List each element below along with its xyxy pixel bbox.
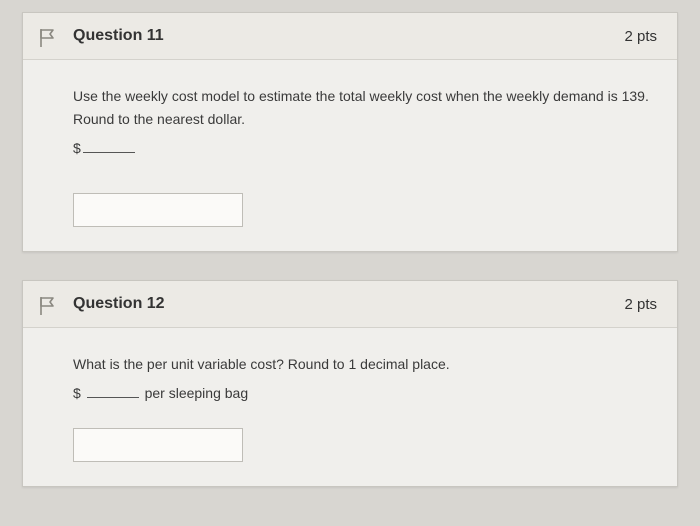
answer-input[interactable] (73, 193, 243, 227)
question-points: 2 pts (624, 296, 657, 313)
currency-prefix: $ (73, 385, 81, 401)
question-title: Question 12 (73, 295, 165, 313)
answer-blank-line: $ per sleeping bag (73, 385, 248, 401)
answer-blank-line: $ (73, 138, 651, 159)
question-body: Use the weekly cost model to estimate th… (23, 60, 677, 179)
blank-underline (87, 384, 139, 398)
question-card-12: Question 12 2 pts What is the per unit v… (22, 280, 678, 487)
answer-area (23, 179, 677, 251)
question-prompt-line2: Round to the nearest dollar. (73, 109, 651, 130)
question-prompt-line1: Use the weekly cost model to estimate th… (73, 86, 651, 107)
answer-input[interactable] (73, 428, 243, 462)
flag-icon[interactable] (37, 27, 57, 49)
question-header: Question 12 2 pts (23, 281, 677, 328)
question-body: What is the per unit variable cost? Roun… (23, 328, 677, 414)
question-header: Question 11 2 pts (23, 13, 677, 60)
question-title: Question 11 (73, 27, 164, 45)
answer-area (23, 414, 677, 486)
question-prompt-line1: What is the per unit variable cost? Roun… (73, 354, 651, 375)
flag-icon[interactable] (37, 295, 57, 317)
blank-underline (83, 139, 135, 153)
currency-prefix: $ (73, 140, 81, 156)
question-points: 2 pts (624, 28, 657, 45)
answer-suffix: per sleeping bag (145, 385, 249, 401)
question-card-11: Question 11 2 pts Use the weekly cost mo… (22, 12, 678, 252)
